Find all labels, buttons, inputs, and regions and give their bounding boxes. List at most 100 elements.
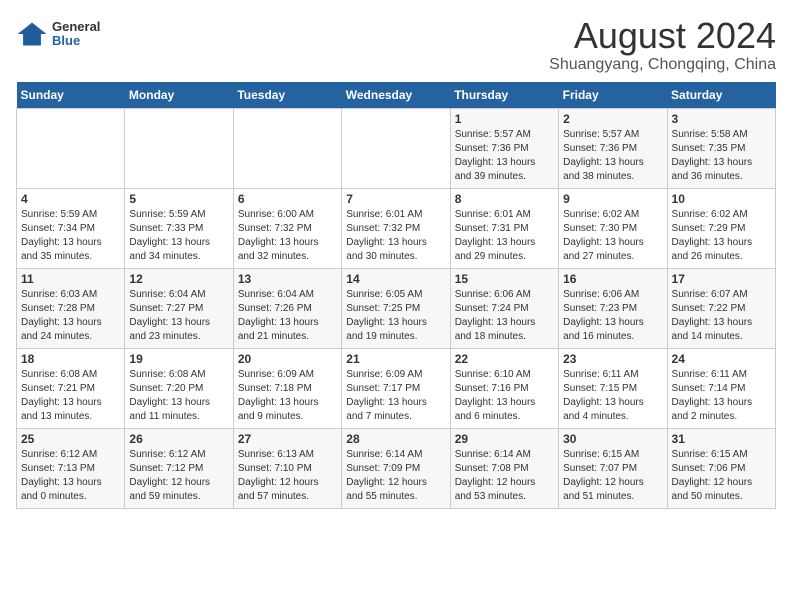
- calendar-cell: 16 Sunrise: 6:06 AM Sunset: 7:23 PM Dayli…: [559, 268, 667, 348]
- day-number: 16: [563, 272, 662, 286]
- calendar-cell: 21 Sunrise: 6:09 AM Sunset: 7:17 PM Dayli…: [342, 348, 450, 428]
- day-info: Sunrise: 5:57 AM Sunset: 7:36 PM Dayligh…: [563, 128, 662, 184]
- calendar-cell: 15Sunrise: 6:06 AM Sunset: 7:24 PM Dayli…: [450, 268, 558, 348]
- day-info: Sunrise: 6:03 AM Sunset: 7:28 PM Dayligh…: [21, 288, 120, 344]
- calendar-cell: [233, 108, 341, 188]
- calendar-cell: 28 Sunrise: 6:14 AM Sunset: 7:09 PM Dayli…: [342, 428, 450, 508]
- day-info: Sunrise: 5:59 AM Sunset: 7:33 PM Dayligh…: [129, 208, 228, 264]
- logo-blue-text: Blue: [52, 34, 100, 48]
- month-title: August 2024: [549, 16, 776, 56]
- calendar-cell: 6 Sunrise: 6:00 AM Sunset: 7:32 PM Daylig…: [233, 188, 341, 268]
- day-info: Sunrise: 6:04 AM Sunset: 7:27 PM Dayligh…: [129, 288, 228, 344]
- day-info: Sunrise: 6:14 AM Sunset: 7:08 PM Dayligh…: [455, 448, 554, 504]
- day-number: 25: [21, 432, 120, 446]
- day-info: Sunrise: 6:12 AM Sunset: 7:13 PM Dayligh…: [21, 448, 120, 504]
- day-number: 14: [346, 272, 445, 286]
- day-number: 26: [129, 432, 228, 446]
- calendar-cell: 9 Sunrise: 6:02 AM Sunset: 7:30 PM Daylig…: [559, 188, 667, 268]
- day-info: Sunrise: 6:15 AM Sunset: 7:07 PM Dayligh…: [563, 448, 662, 504]
- day-info: Sunrise: 6:11 AM Sunset: 7:14 PM Dayligh…: [672, 368, 771, 424]
- day-number: 6: [238, 192, 337, 206]
- weekday-header: Thursday: [450, 82, 558, 109]
- calendar-cell: 24 Sunrise: 6:11 AM Sunset: 7:14 PM Dayli…: [667, 348, 775, 428]
- day-number: 29: [455, 432, 554, 446]
- day-info: Sunrise: 6:13 AM Sunset: 7:10 PM Dayligh…: [238, 448, 337, 504]
- calendar-cell: 27 Sunrise: 6:13 AM Sunset: 7:10 PM Dayli…: [233, 428, 341, 508]
- day-info: Sunrise: 6:04 AM Sunset: 7:26 PM Dayligh…: [238, 288, 337, 344]
- calendar-cell: 23Sunrise: 6:11 AM Sunset: 7:15 PM Dayli…: [559, 348, 667, 428]
- day-info: Sunrise: 6:14 AM Sunset: 7:09 PM Dayligh…: [346, 448, 445, 504]
- title-section: August 2024 Shuangyang, Chongqing, China: [549, 16, 776, 74]
- calendar-table: SundayMondayTuesdayWednesdayThursdayFrid…: [16, 82, 776, 509]
- weekday-header: Friday: [559, 82, 667, 109]
- day-number: 24: [672, 352, 771, 366]
- day-info: Sunrise: 5:57 AM Sunset: 7:36 PM Dayligh…: [455, 128, 554, 184]
- calendar-cell: 12 Sunrise: 6:04 AM Sunset: 7:27 PM Dayli…: [125, 268, 233, 348]
- day-number: 1: [455, 112, 554, 126]
- day-number: 7: [346, 192, 445, 206]
- calendar-cell: 31Sunrise: 6:15 AM Sunset: 7:06 PM Dayli…: [667, 428, 775, 508]
- calendar-week-row: 4Sunrise: 5:59 AM Sunset: 7:34 PM Daylig…: [17, 188, 776, 268]
- day-info: Sunrise: 6:01 AM Sunset: 7:32 PM Dayligh…: [346, 208, 445, 264]
- day-number: 19: [129, 352, 228, 366]
- day-number: 11: [21, 272, 120, 286]
- logo: General Blue: [16, 20, 100, 49]
- day-number: 27: [238, 432, 337, 446]
- day-number: 3: [672, 112, 771, 126]
- calendar-cell: 22Sunrise: 6:10 AM Sunset: 7:16 PM Dayli…: [450, 348, 558, 428]
- day-info: Sunrise: 6:00 AM Sunset: 7:32 PM Dayligh…: [238, 208, 337, 264]
- calendar-cell: 5 Sunrise: 5:59 AM Sunset: 7:33 PM Daylig…: [125, 188, 233, 268]
- calendar-cell: 10Sunrise: 6:02 AM Sunset: 7:29 PM Dayli…: [667, 188, 775, 268]
- day-info: Sunrise: 6:05 AM Sunset: 7:25 PM Dayligh…: [346, 288, 445, 344]
- day-number: 17: [672, 272, 771, 286]
- calendar-week-row: 11 Sunrise: 6:03 AM Sunset: 7:28 PM Dayli…: [17, 268, 776, 348]
- weekday-header-row: SundayMondayTuesdayWednesdayThursdayFrid…: [17, 82, 776, 109]
- calendar-week-row: 18 Sunrise: 6:08 AM Sunset: 7:21 PM Dayli…: [17, 348, 776, 428]
- weekday-header: Wednesday: [342, 82, 450, 109]
- day-info: Sunrise: 6:12 AM Sunset: 7:12 PM Dayligh…: [129, 448, 228, 504]
- logo-text: General Blue: [52, 20, 100, 49]
- calendar-cell: 11 Sunrise: 6:03 AM Sunset: 7:28 PM Dayli…: [17, 268, 125, 348]
- day-number: 30: [563, 432, 662, 446]
- day-info: Sunrise: 6:11 AM Sunset: 7:15 PM Dayligh…: [563, 368, 662, 424]
- day-number: 12: [129, 272, 228, 286]
- day-number: 5: [129, 192, 228, 206]
- page-header: General Blue August 2024 Shuangyang, Cho…: [16, 16, 776, 74]
- calendar-cell: [125, 108, 233, 188]
- day-info: Sunrise: 6:06 AM Sunset: 7:23 PM Dayligh…: [563, 288, 662, 344]
- day-info: Sunrise: 6:08 AM Sunset: 7:21 PM Dayligh…: [21, 368, 120, 424]
- day-number: 28: [346, 432, 445, 446]
- calendar-cell: 18 Sunrise: 6:08 AM Sunset: 7:21 PM Dayli…: [17, 348, 125, 428]
- calendar-cell: 14 Sunrise: 6:05 AM Sunset: 7:25 PM Dayli…: [342, 268, 450, 348]
- weekday-header: Tuesday: [233, 82, 341, 109]
- day-number: 9: [563, 192, 662, 206]
- day-info: Sunrise: 6:02 AM Sunset: 7:30 PM Dayligh…: [563, 208, 662, 264]
- day-info: Sunrise: 5:58 AM Sunset: 7:35 PM Dayligh…: [672, 128, 771, 184]
- day-info: Sunrise: 6:08 AM Sunset: 7:20 PM Dayligh…: [129, 368, 228, 424]
- calendar-cell: [17, 108, 125, 188]
- calendar-cell: 7 Sunrise: 6:01 AM Sunset: 7:32 PM Daylig…: [342, 188, 450, 268]
- day-info: Sunrise: 6:09 AM Sunset: 7:18 PM Dayligh…: [238, 368, 337, 424]
- calendar-cell: 8Sunrise: 6:01 AM Sunset: 7:31 PM Daylig…: [450, 188, 558, 268]
- calendar-cell: 29 Sunrise: 6:14 AM Sunset: 7:08 PM Dayli…: [450, 428, 558, 508]
- day-number: 18: [21, 352, 120, 366]
- calendar-cell: 4Sunrise: 5:59 AM Sunset: 7:34 PM Daylig…: [17, 188, 125, 268]
- day-info: Sunrise: 6:15 AM Sunset: 7:06 PM Dayligh…: [672, 448, 771, 504]
- location-title: Shuangyang, Chongqing, China: [549, 56, 776, 74]
- day-info: Sunrise: 6:09 AM Sunset: 7:17 PM Dayligh…: [346, 368, 445, 424]
- day-number: 13: [238, 272, 337, 286]
- calendar-cell: 3 Sunrise: 5:58 AM Sunset: 7:35 PM Daylig…: [667, 108, 775, 188]
- day-info: Sunrise: 5:59 AM Sunset: 7:34 PM Dayligh…: [21, 208, 120, 264]
- calendar-cell: 19 Sunrise: 6:08 AM Sunset: 7:20 PM Dayli…: [125, 348, 233, 428]
- calendar-cell: 1 Sunrise: 5:57 AM Sunset: 7:36 PM Daylig…: [450, 108, 558, 188]
- logo-icon: [16, 20, 48, 48]
- day-info: Sunrise: 6:07 AM Sunset: 7:22 PM Dayligh…: [672, 288, 771, 344]
- day-number: 21: [346, 352, 445, 366]
- calendar-cell: 13 Sunrise: 6:04 AM Sunset: 7:26 PM Dayli…: [233, 268, 341, 348]
- calendar-cell: 25 Sunrise: 6:12 AM Sunset: 7:13 PM Dayli…: [17, 428, 125, 508]
- day-number: 15: [455, 272, 554, 286]
- day-number: 10: [672, 192, 771, 206]
- calendar-cell: [342, 108, 450, 188]
- calendar-week-row: 25 Sunrise: 6:12 AM Sunset: 7:13 PM Dayli…: [17, 428, 776, 508]
- calendar-week-row: 1 Sunrise: 5:57 AM Sunset: 7:36 PM Daylig…: [17, 108, 776, 188]
